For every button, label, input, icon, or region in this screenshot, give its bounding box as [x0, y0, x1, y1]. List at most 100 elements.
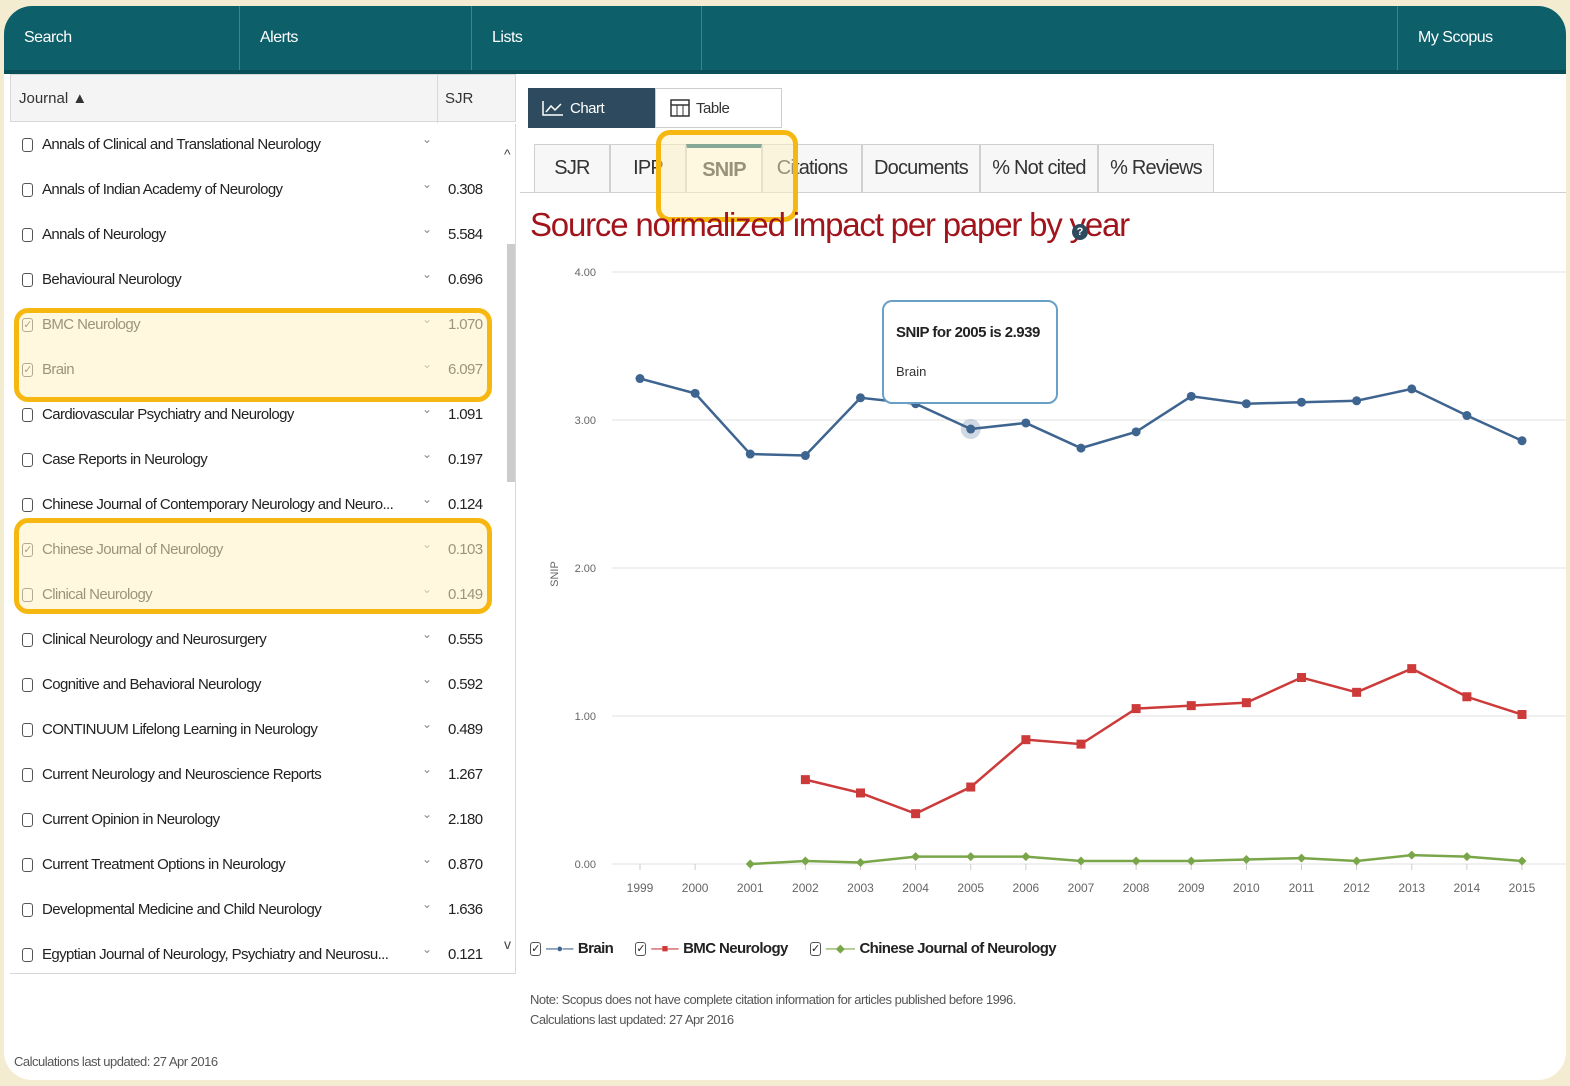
- tab-sjr[interactable]: SJR: [534, 144, 610, 192]
- chevron-down-icon[interactable]: ⌄: [422, 897, 432, 911]
- x-tick-label: 2010: [1233, 881, 1260, 895]
- note-line-2: Calculations last updated: 27 Apr 2016: [530, 1012, 734, 1027]
- checkbox[interactable]: [22, 228, 33, 242]
- chevron-down-icon[interactable]: ⌄: [422, 402, 432, 416]
- checked-checkbox[interactable]: ✓: [809, 941, 821, 956]
- chevron-down-icon[interactable]: ⌄: [422, 672, 432, 686]
- highlight-box-chinese-clinical: [14, 518, 492, 614]
- tab-not-cited[interactable]: % Not cited: [980, 144, 1098, 192]
- checked-checkbox[interactable]: ✓: [530, 941, 541, 956]
- journal-row[interactable]: Behavioural Neurology ⌄ 0.696: [10, 259, 500, 303]
- data-point: [1021, 735, 1031, 745]
- checked-checkbox[interactable]: ✓: [635, 941, 647, 956]
- y-axis-label: SNIP: [549, 561, 561, 587]
- journal-row[interactable]: Current Opinion in Neurology ⌄ 2.180: [10, 799, 500, 843]
- checkbox[interactable]: [22, 723, 33, 737]
- chevron-down-icon[interactable]: ⌄: [422, 267, 432, 281]
- legend-marker-icon: —■—: [651, 942, 679, 955]
- checkbox[interactable]: [22, 453, 33, 467]
- scrollbar-thumb[interactable]: [507, 244, 515, 482]
- sjr-value: 5.584: [448, 226, 483, 243]
- top-navigation: Search Alerts Lists My Scopus: [4, 6, 1566, 74]
- checkbox[interactable]: [22, 903, 33, 917]
- nav-my-scopus[interactable]: My Scopus: [1398, 6, 1566, 70]
- journal-row[interactable]: Current Neurology and Neuroscience Repor…: [10, 754, 500, 798]
- data-point: [1407, 850, 1417, 860]
- chevron-down-icon[interactable]: ⌄: [422, 222, 432, 236]
- help-icon[interactable]: ?: [1072, 224, 1088, 240]
- sjr-column-header[interactable]: SJR: [445, 90, 473, 107]
- checkbox[interactable]: [22, 678, 33, 692]
- chevron-down-icon[interactable]: ⌄: [422, 762, 432, 776]
- journal-row[interactable]: Annals of Clinical and Translational Neu…: [10, 124, 500, 168]
- journal-row[interactable]: Case Reports in Neurology ⌄ 0.197: [10, 439, 500, 483]
- legend-marker-icon: —◆—: [825, 943, 855, 955]
- chevron-down-icon[interactable]: ⌄: [422, 627, 432, 641]
- journal-column-header[interactable]: Journal ▲: [19, 90, 87, 107]
- journal-row[interactable]: Current Treatment Options in Neurology ⌄ 0…: [10, 844, 500, 888]
- checkbox[interactable]: [22, 138, 33, 152]
- data-point: [856, 788, 865, 798]
- sjr-value: 0.124: [448, 496, 483, 513]
- y-tick-label: 0.00: [575, 859, 596, 871]
- sjr-value: 0.308: [448, 181, 483, 198]
- checkbox[interactable]: [22, 858, 33, 872]
- tab-reviews[interactable]: % Reviews: [1098, 144, 1214, 192]
- chevron-down-icon[interactable]: ⌄: [422, 492, 432, 506]
- sjr-value: 1.267: [448, 766, 483, 783]
- checkbox[interactable]: [22, 408, 33, 422]
- sjr-value: 0.121: [448, 946, 483, 963]
- checkbox[interactable]: [22, 498, 33, 512]
- scroll-down-icon[interactable]: v: [504, 936, 511, 952]
- journal-row[interactable]: Annals of Indian Academy of Neurology ⌄ 0.…: [10, 169, 500, 213]
- sjr-value: 0.592: [448, 676, 483, 693]
- journal-row[interactable]: Annals of Neurology ⌄ 5.584: [10, 214, 500, 258]
- data-point: [690, 388, 700, 398]
- tooltip-title: SNIP for 2005 is 2.939: [896, 324, 1040, 341]
- data-point: [1186, 701, 1196, 711]
- legend-item[interactable]: ✓ —●— Brain: [530, 940, 614, 957]
- sjr-value: 1.091: [448, 406, 483, 423]
- sjr-value: 0.555: [448, 631, 483, 648]
- x-tick-label: 2000: [682, 881, 709, 895]
- nav-alerts[interactable]: Alerts: [240, 6, 472, 70]
- checkbox[interactable]: [22, 273, 33, 287]
- chevron-down-icon[interactable]: ⌄: [422, 942, 432, 956]
- app-window: Search Alerts Lists My Scopus Journal ▲ …: [4, 6, 1566, 1080]
- citation-note: Note: Scopus does not have complete cita…: [530, 990, 1016, 1030]
- data-point: [1407, 664, 1417, 674]
- chevron-down-icon[interactable]: ⌄: [422, 177, 432, 191]
- chevron-down-icon[interactable]: ⌄: [422, 717, 432, 731]
- journal-name: Behavioural Neurology: [42, 271, 182, 288]
- checkbox[interactable]: [22, 633, 33, 647]
- journal-row[interactable]: Cognitive and Behavioral Neurology ⌄ 0.592: [10, 664, 500, 708]
- checkbox[interactable]: [22, 183, 33, 197]
- journal-name: Case Reports in Neurology: [42, 451, 208, 468]
- journal-row[interactable]: Developmental Medicine and Child Neurolo…: [10, 889, 500, 933]
- journal-row[interactable]: Egyptian Journal of Neurology, Psychiatr…: [10, 934, 500, 978]
- checkbox[interactable]: [22, 813, 33, 827]
- data-point: [856, 858, 865, 868]
- data-point: [1297, 673, 1306, 683]
- data-point: [1352, 687, 1362, 697]
- journal-row[interactable]: Clinical Neurology and Neurosurgery ⌄ 0.55…: [10, 619, 500, 663]
- scroll-up-icon[interactable]: ^: [504, 146, 511, 162]
- legend-item[interactable]: ✓ —◆— Chinese Journal of Neurology: [809, 940, 1057, 957]
- checkbox[interactable]: [22, 768, 33, 782]
- nav-search[interactable]: Search: [4, 6, 240, 70]
- tab-documents[interactable]: Documents: [862, 144, 980, 192]
- legend-label: BMC Neurology: [683, 940, 788, 957]
- chart-view-button[interactable]: Chart: [528, 88, 655, 128]
- chevron-down-icon[interactable]: ⌄: [422, 852, 432, 866]
- checkbox[interactable]: [22, 948, 33, 962]
- legend-item[interactable]: ✓ —■— BMC Neurology: [635, 940, 788, 957]
- chevron-down-icon[interactable]: ⌄: [422, 132, 432, 146]
- journal-row[interactable]: CONTINUUM Lifelong Learning in Neurology…: [10, 709, 500, 753]
- data-point: [1297, 397, 1306, 407]
- data-point: [1462, 692, 1472, 702]
- chevron-down-icon[interactable]: ⌄: [422, 447, 432, 461]
- chevron-down-icon[interactable]: ⌄: [422, 807, 432, 821]
- data-point: [1131, 704, 1141, 714]
- nav-lists[interactable]: Lists: [472, 6, 702, 70]
- table-view-button[interactable]: Table: [655, 88, 782, 128]
